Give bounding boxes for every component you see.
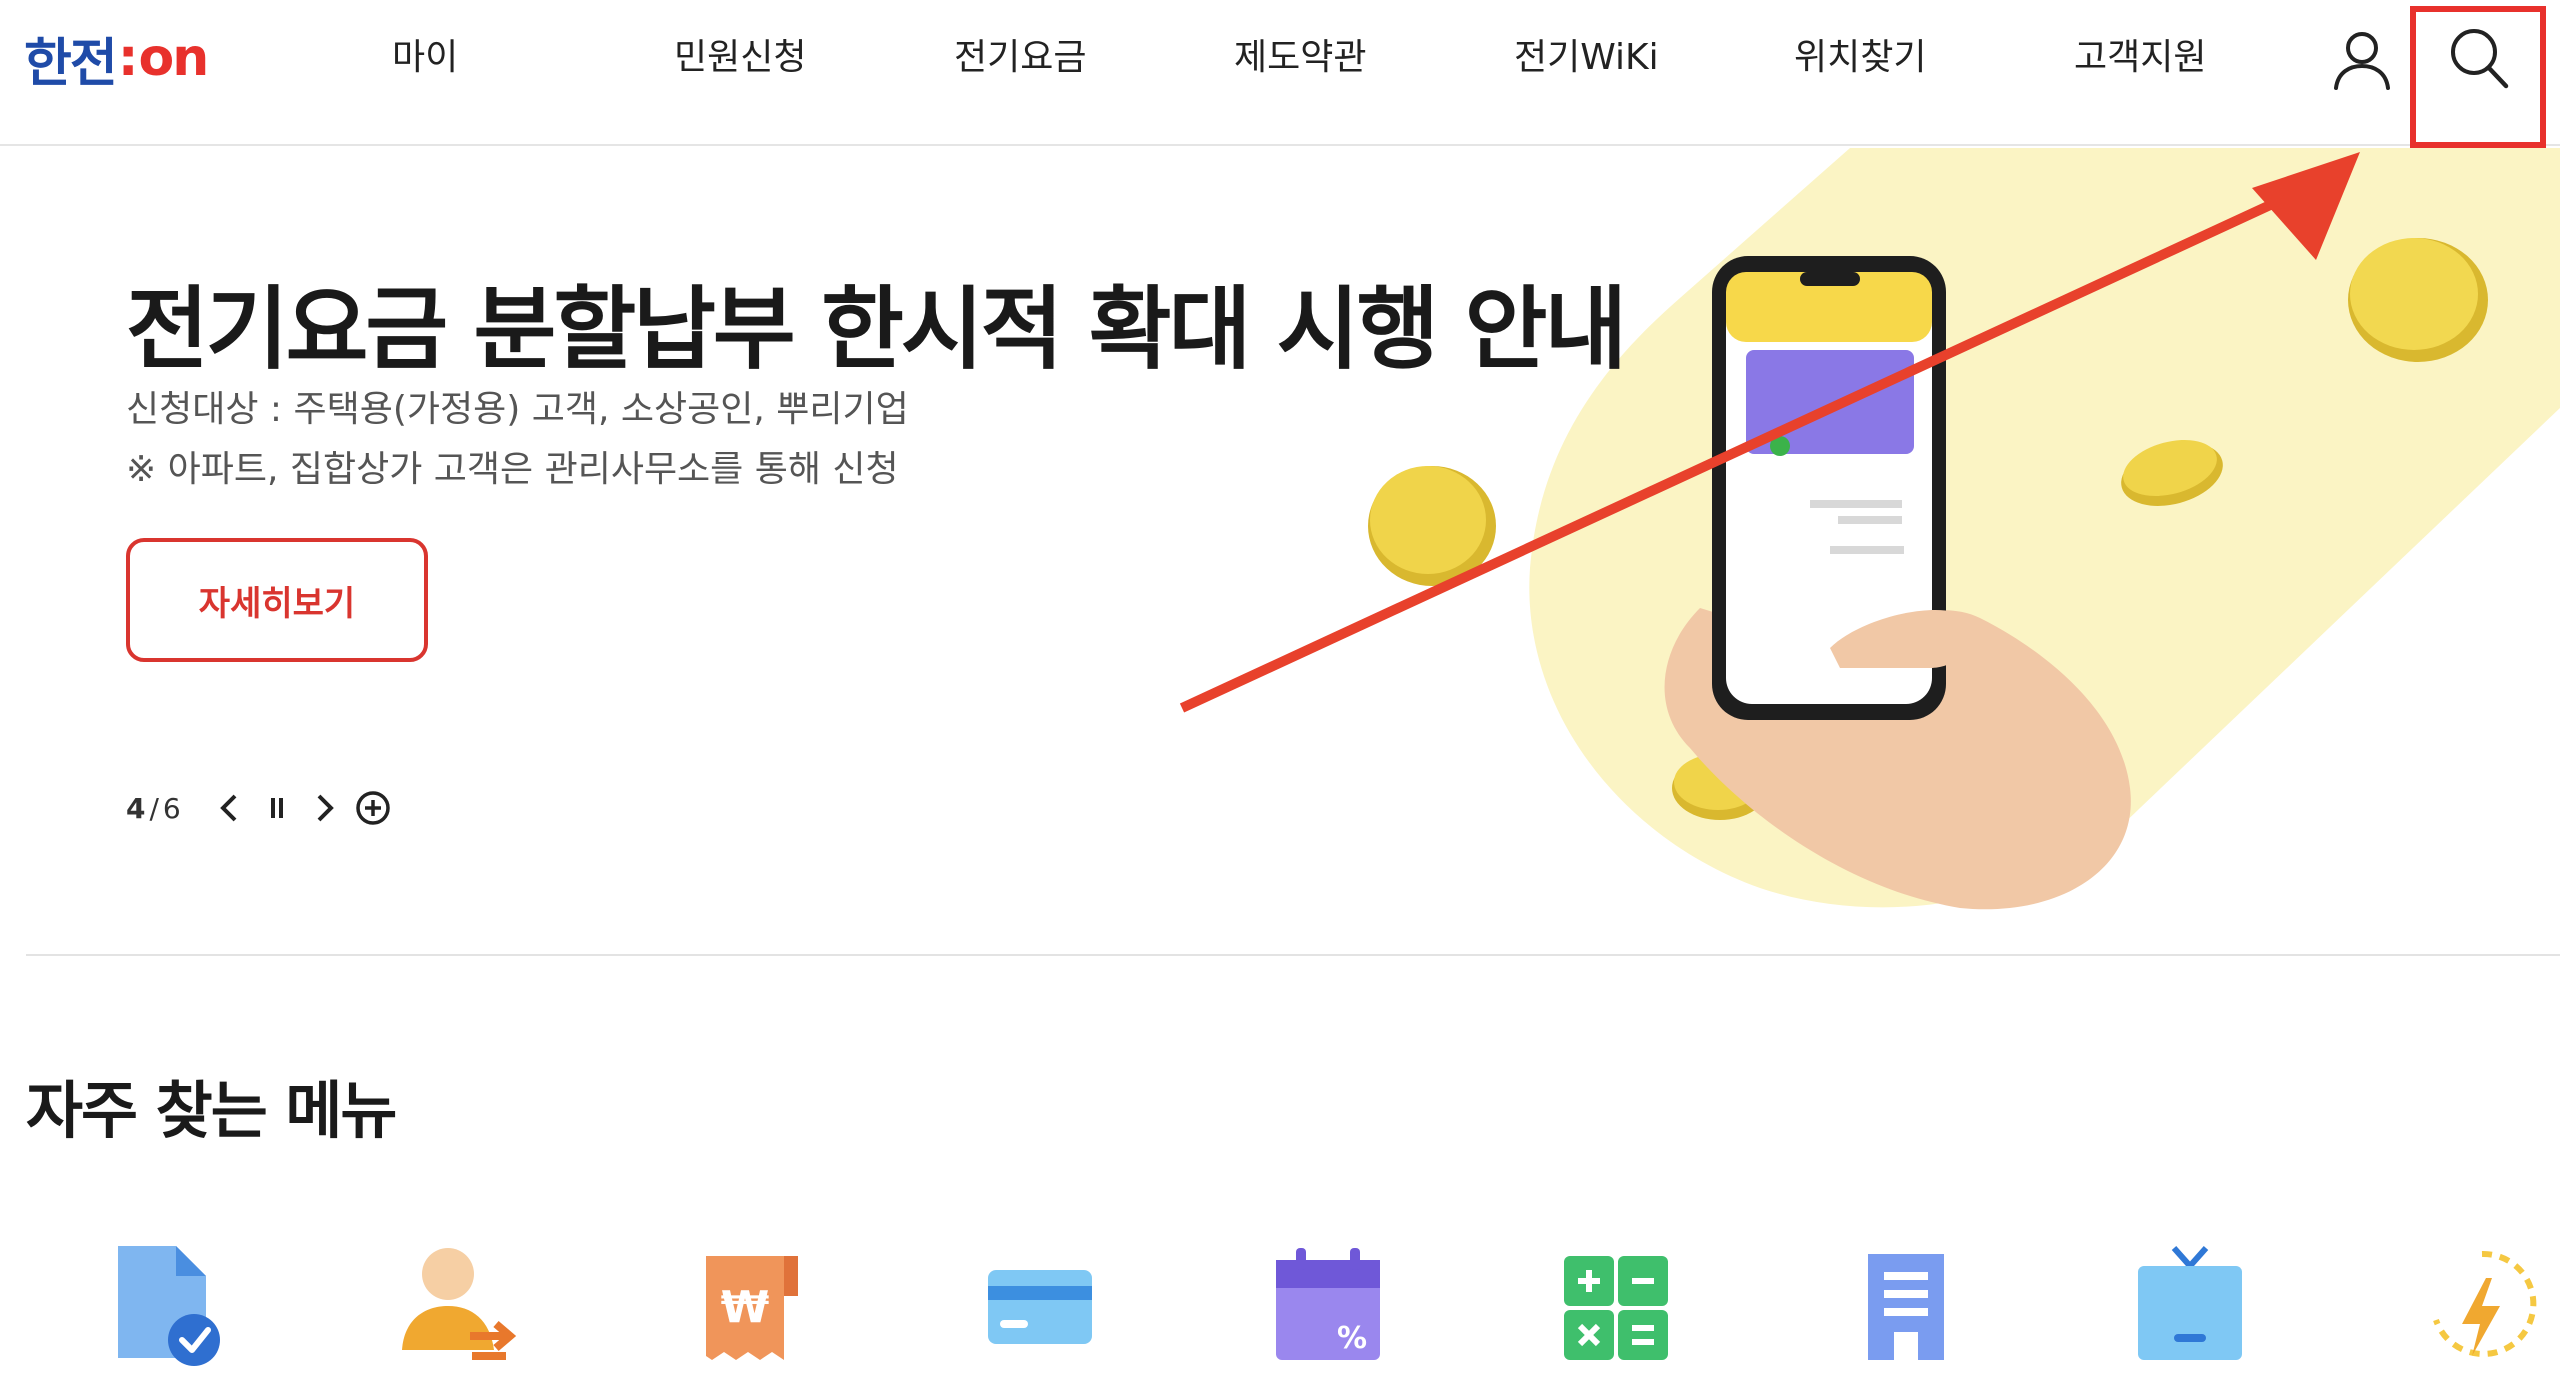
site-logo[interactable]: 한전 : on xyxy=(24,28,209,94)
nav-item-civil-request[interactable]: 민원신청 xyxy=(674,28,806,88)
pause-icon xyxy=(270,798,283,818)
frequent-menu-item[interactable] xyxy=(110,1240,230,1370)
user-transfer-icon xyxy=(402,1248,517,1360)
slide-separator: / xyxy=(149,791,159,825)
nav-item-customer-support[interactable]: 고객지원 xyxy=(2074,28,2206,88)
coin-top-right xyxy=(2348,238,2488,362)
pause-slide-button[interactable] xyxy=(257,788,297,828)
nav-item-policy-terms[interactable]: 제도약관 xyxy=(1234,28,1366,88)
logo-part-2: on xyxy=(138,28,209,88)
frequent-menu-item[interactable] xyxy=(2422,1240,2542,1370)
svg-text:₩: ₩ xyxy=(721,1282,770,1333)
nav-item-location[interactable]: 위치찾기 xyxy=(1794,28,1926,88)
view-details-button[interactable]: 자세히보기 xyxy=(126,538,428,662)
hero-subtitle-note: ※ 아파트, 집합상가 고객은 관리사무소를 통해 신청 xyxy=(126,449,899,490)
frequent-menu-title: 자주 찾는 메뉴 xyxy=(26,1074,397,1147)
tv-icon xyxy=(2138,1246,2242,1360)
chevron-right-icon xyxy=(317,794,334,822)
user-icon xyxy=(2334,32,2390,90)
chevron-left-icon xyxy=(219,794,237,822)
user-button[interactable] xyxy=(2330,28,2394,92)
won-receipt-icon: ₩ xyxy=(706,1256,798,1360)
calendar-percent-icon: % xyxy=(1276,1248,1380,1360)
nav-item-wiki[interactable]: 전기WiKi xyxy=(1514,28,1659,88)
section-divider xyxy=(26,954,2560,956)
svg-text:%: % xyxy=(1337,1321,1367,1356)
search-button[interactable] xyxy=(2446,24,2512,94)
frequent-menu-item[interactable] xyxy=(984,1240,1104,1370)
frequent-menu-item[interactable] xyxy=(2134,1240,2254,1370)
logo-colon: : xyxy=(117,28,139,88)
document-check-icon xyxy=(118,1246,220,1366)
site-header: 한전 : on 마이 민원신청 전기요금 제도약관 전기WiKi 위치찾기 고객… xyxy=(0,0,2560,148)
hero-banner: 전기요금 분할납부 한시적 확대 시행 안내 신청대상 : 주택용(가정용) 고… xyxy=(0,148,2560,954)
hero-title: 전기요금 분할납부 한시적 확대 시행 안내 xyxy=(126,277,1627,382)
slide-total: 6 xyxy=(162,791,181,825)
slide-current: 4 xyxy=(126,791,146,825)
credit-card-icon xyxy=(988,1270,1092,1344)
frequent-menu-item[interactable] xyxy=(1562,1240,1682,1370)
frequent-menu-item[interactable] xyxy=(398,1240,518,1370)
lightning-refresh-icon xyxy=(2433,1250,2537,1357)
plus-circle-icon xyxy=(356,791,390,825)
nav-item-electric-bill[interactable]: 전기요금 xyxy=(954,28,1086,88)
logo-part-1: 한전 xyxy=(24,33,118,94)
search-icon xyxy=(2451,29,2509,89)
next-slide-button[interactable] xyxy=(305,788,345,828)
frequent-menu-item[interactable]: % xyxy=(1272,1240,1392,1370)
frequent-menu-item[interactable]: ₩ xyxy=(698,1240,818,1370)
frequent-menu-list: ₩ % xyxy=(0,1240,2560,1396)
view-all-slides-button[interactable] xyxy=(353,788,393,828)
building-icon xyxy=(1868,1254,1944,1360)
hero-subtitle-target: 신청대상 : 주택용(가정용) 고객, 소상공인, 뿌리기업 xyxy=(126,389,909,430)
frequent-menu-item[interactable] xyxy=(1854,1240,1974,1370)
nav-item-my[interactable]: 마이 xyxy=(392,28,458,88)
calculator-icon xyxy=(1564,1256,1668,1360)
slide-pager: 4 / 6 xyxy=(126,788,393,828)
prev-slide-button[interactable] xyxy=(209,788,249,828)
